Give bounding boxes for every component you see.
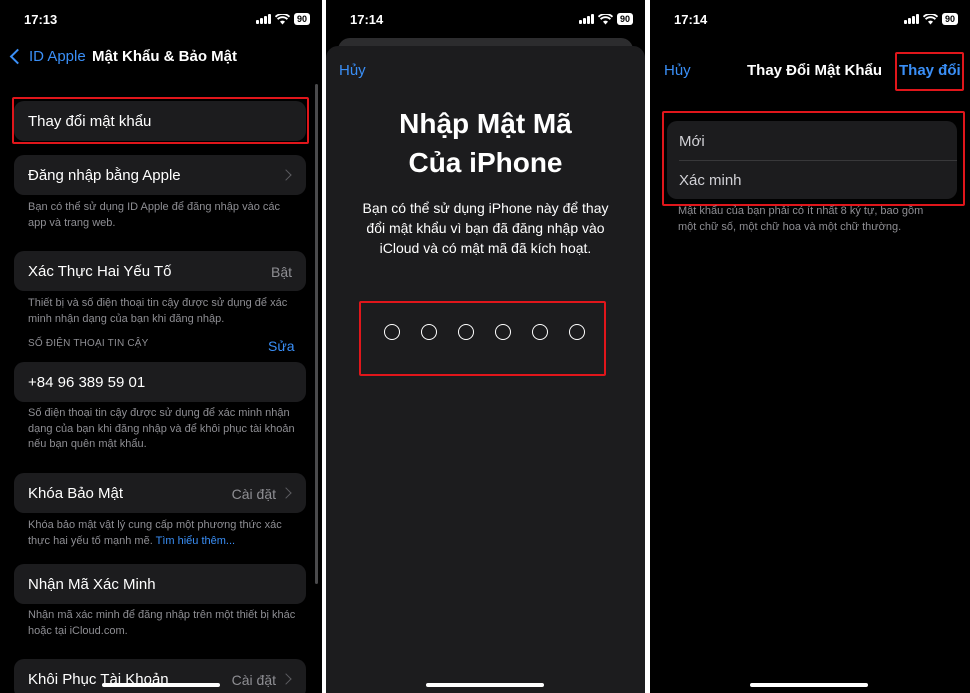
sign-in-with-apple-row[interactable]: Đăng nhập bằng Apple [14, 155, 306, 195]
chevron-right-icon [280, 673, 292, 685]
home-indicator [750, 683, 868, 687]
status-bar: 17:13 90 [0, 10, 322, 30]
passcode-title-line1: Nhập Mật Mã [399, 108, 572, 139]
account-recovery-value: Cài đặt [231, 672, 276, 688]
get-code-note: Nhận mã xác minh để đăng nhập trên một t… [28, 609, 296, 637]
security-key-label: Khóa Bảo Mật [28, 485, 124, 502]
get-verification-code-label: Nhận Mã Xác Minh [28, 576, 156, 593]
back-button[interactable]: ID Apple [8, 48, 86, 65]
wifi-icon [274, 13, 290, 24]
home-indicator [102, 683, 220, 687]
page-title: Thay Đổi Mật Khẩu [747, 62, 883, 79]
password-security-screen: 17:13 90 ID Apple Mật Khẩu & Bảo Mật Tha… [0, 0, 322, 693]
change-password-screen: 17:14 90 Hủy Thay Đổi Mật Khẩu Thay đổi … [650, 0, 970, 693]
cancel-button[interactable]: Hủy [339, 62, 366, 79]
edit-button[interactable]: Sửa [268, 338, 295, 354]
battery-icon: 90 [616, 13, 633, 25]
sign-in-with-apple-note: Bạn có thể sử dụng ID Apple để đăng nhập… [28, 201, 280, 229]
status-bar: 17:14 90 [650, 10, 970, 30]
highlight-box-change-password [12, 97, 309, 144]
two-factor-note: Thiết bị và số điện thoại tin cậy được s… [28, 297, 288, 325]
passcode-sheet: Hủy Nhập Mật Mã Của iPhone Bạn có thể sử… [326, 46, 645, 693]
learn-more-link[interactable]: Tìm hiểu thêm... [156, 535, 235, 547]
status-time: 17:14 [674, 12, 708, 27]
signal-icon [255, 14, 271, 24]
password-requirement-note: Mật khẩu của bạn phải có ít nhất 8 ký tự… [678, 205, 924, 233]
two-factor-row: Xác Thực Hai Yếu Tố Bật [14, 251, 306, 291]
highlight-box-change-button [895, 52, 964, 91]
battery-icon: 90 [293, 13, 310, 25]
wifi-icon [922, 13, 938, 24]
cancel-button[interactable]: Hủy [664, 62, 691, 79]
status-bar: 17:14 90 [326, 10, 645, 30]
highlight-box-passcode [359, 301, 606, 376]
highlight-box-password-fields [662, 111, 965, 206]
wifi-icon [597, 13, 613, 24]
account-recovery-row[interactable]: Khôi Phục Tài Khoản Cài đặt [14, 659, 306, 693]
page-title: Mật Khẩu & Bảo Mật [92, 48, 238, 65]
signal-icon [578, 14, 594, 24]
passcode-title: Nhập Mật Mã Của iPhone [326, 104, 645, 182]
trusted-phone-header: SỐ ĐIỆN THOẠI TIN CẬY [28, 338, 149, 349]
phone-number-row: +84 96 389 59 01 [14, 362, 306, 402]
security-key-value: Cài đặt [231, 486, 276, 502]
passcode-description: Bạn có thể sử dụng iPhone này để thay đổ… [362, 200, 609, 256]
enter-passcode-screen: 17:14 90 Hủy Nhập Mật Mã Của iPhone Bạn … [326, 0, 645, 693]
home-indicator [426, 683, 544, 687]
two-factor-label: Xác Thực Hai Yếu Tố [28, 263, 172, 280]
back-label: ID Apple [29, 48, 86, 65]
get-verification-code-button[interactable]: Nhận Mã Xác Minh [14, 564, 306, 604]
two-factor-value: Bật [270, 264, 292, 280]
chevron-right-icon [280, 487, 292, 499]
sign-in-with-apple-label: Đăng nhập bằng Apple [28, 167, 181, 184]
status-time: 17:14 [350, 12, 384, 27]
phone-number: +84 96 389 59 01 [28, 374, 146, 391]
chevron-right-icon [280, 169, 292, 181]
signal-icon [903, 14, 919, 24]
scrollbar[interactable] [315, 84, 318, 584]
passcode-title-line2: Của iPhone [408, 147, 563, 178]
phone-note: Số điện thoại tin cậy được sử dụng để xá… [28, 407, 295, 450]
battery-icon: 90 [941, 13, 958, 25]
security-key-note: Khóa bảo mật vật lý cung cấp một phương … [28, 518, 300, 549]
security-key-row[interactable]: Khóa Bảo Mật Cài đặt [14, 473, 306, 513]
chevron-left-icon [9, 48, 26, 65]
status-time: 17:13 [24, 12, 58, 27]
